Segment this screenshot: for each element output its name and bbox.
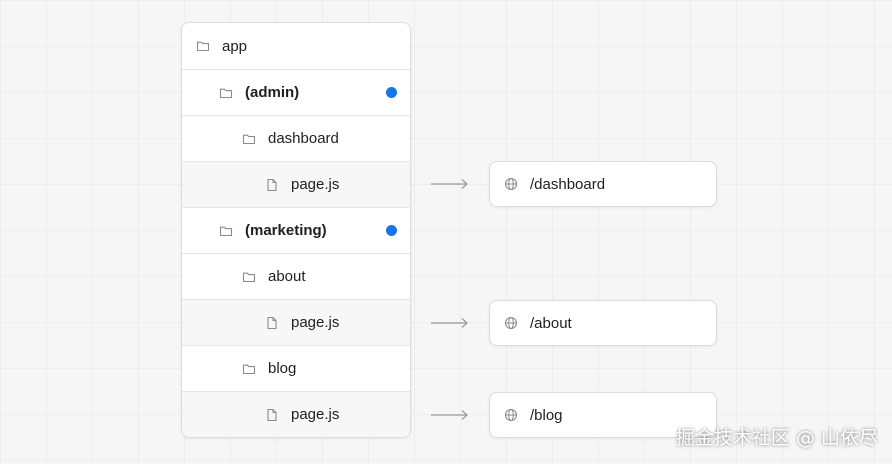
tree-row-blog: blog: [182, 345, 410, 391]
tree-label: page.js: [291, 406, 340, 423]
tree-label: about: [268, 268, 306, 285]
file-icon: [265, 178, 279, 192]
folder-icon: [242, 132, 256, 146]
tree-row-app: app: [182, 23, 410, 69]
tree-row-marketing-group: (marketing): [182, 207, 410, 253]
globe-icon: [504, 316, 518, 330]
tree-label: app: [222, 37, 248, 55]
tree-row-dashboard: dashboard: [182, 115, 410, 161]
route-group-dot: [386, 225, 397, 236]
route-path: /blog: [530, 406, 563, 424]
tree-row-page-file: page.js: [182, 391, 410, 437]
arrow-right-icon: [431, 179, 468, 189]
route-group-dot: [386, 87, 397, 98]
tree-label: page.js: [291, 314, 340, 331]
watermark: 掘金技术社区 @ 山依尽: [675, 427, 878, 449]
folder-icon: [219, 224, 233, 238]
file-icon: [265, 408, 279, 422]
tree-label: page.js: [291, 176, 340, 193]
tree-label: blog: [268, 360, 297, 377]
folder-icon: [242, 362, 256, 376]
arrow-right-icon: [431, 318, 468, 328]
tree-row-admin-group: (admin): [182, 69, 410, 115]
folder-icon: [219, 86, 233, 100]
arrow-right-icon: [431, 410, 468, 420]
folder-icon: [196, 39, 210, 53]
tree-row-page-file: page.js: [182, 161, 410, 207]
route-about: /about: [489, 300, 717, 346]
tree-row-about: about: [182, 253, 410, 299]
globe-icon: [504, 177, 518, 191]
tree-label: (admin): [245, 84, 300, 101]
tree-label: dashboard: [268, 130, 339, 147]
globe-icon: [504, 408, 518, 422]
folder-icon: [242, 270, 256, 284]
file-icon: [265, 316, 279, 330]
route-dashboard: /dashboard: [489, 161, 717, 207]
tree-label: (marketing): [245, 222, 327, 239]
route-path: /dashboard: [530, 175, 606, 193]
tree-row-page-file: page.js: [182, 299, 410, 345]
file-tree: app (admin) dashboard page.js (marketing…: [181, 22, 411, 438]
route-path: /about: [530, 314, 572, 332]
